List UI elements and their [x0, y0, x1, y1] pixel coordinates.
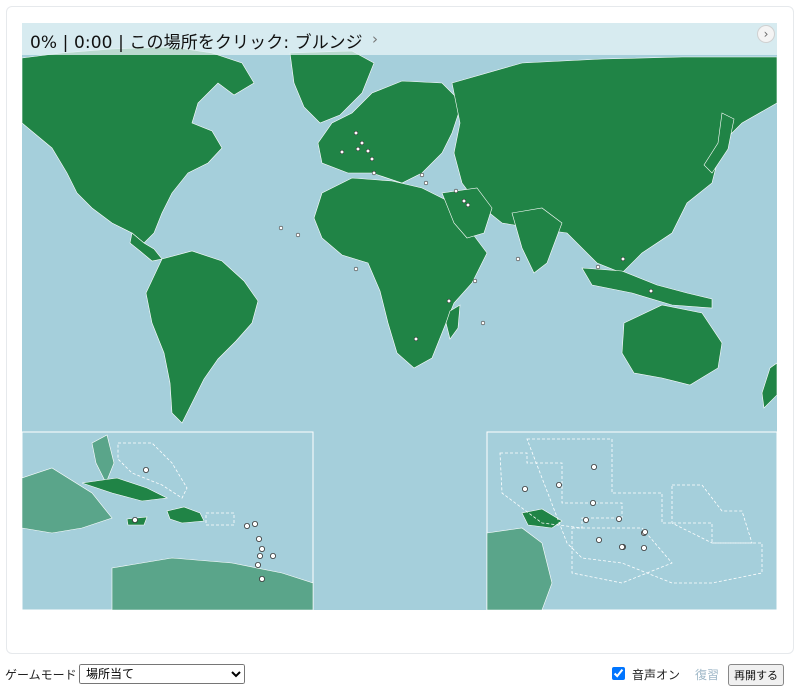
- chevron-right-icon[interactable]: ›: [757, 25, 775, 43]
- map-marker[interactable]: [353, 130, 359, 136]
- map-marker[interactable]: [371, 170, 377, 176]
- map-marker[interactable]: [243, 522, 250, 529]
- review-button[interactable]: 復習: [695, 666, 719, 683]
- map-marker[interactable]: [515, 256, 521, 262]
- map-marker[interactable]: [256, 553, 263, 560]
- map-marker[interactable]: [353, 266, 359, 272]
- map-marker[interactable]: [616, 515, 623, 522]
- map-marker[interactable]: [619, 544, 626, 551]
- map-marker[interactable]: [269, 553, 276, 560]
- map-marker[interactable]: [413, 336, 419, 342]
- world-map[interactable]: [22, 23, 777, 610]
- map-marker[interactable]: [254, 562, 261, 569]
- sound-label: 音声オン: [632, 668, 681, 682]
- chevron-right-icon[interactable]: ›: [372, 31, 388, 47]
- map-marker[interactable]: [472, 278, 478, 284]
- map-marker[interactable]: [369, 156, 375, 162]
- map-marker[interactable]: [521, 485, 528, 492]
- map-marker[interactable]: [365, 148, 371, 154]
- map-marker[interactable]: [251, 520, 258, 527]
- map-marker[interactable]: [423, 180, 429, 186]
- sound-checkbox[interactable]: [612, 667, 625, 680]
- map-marker[interactable]: [132, 516, 139, 523]
- map-marker[interactable]: [461, 198, 467, 204]
- map-marker[interactable]: [143, 466, 150, 473]
- map-marker[interactable]: [590, 499, 597, 506]
- map-marker[interactable]: [255, 536, 262, 543]
- game-toolbar: ゲームモード 場所当て 音声オン 復習 再開する: [0, 660, 800, 696]
- map-marker[interactable]: [465, 202, 471, 208]
- map-marker[interactable]: [355, 146, 361, 152]
- map-marker[interactable]: [419, 172, 425, 178]
- map-marker[interactable]: [595, 264, 601, 270]
- restart-button[interactable]: 再開する: [728, 664, 784, 686]
- status-bar: 0% | 0:00 | この場所をクリック: ブルンジ › ›: [22, 23, 777, 55]
- game-mode-label: ゲームモード: [5, 668, 77, 682]
- map-marker[interactable]: [359, 140, 365, 146]
- game-mode-select[interactable]: 場所当て: [79, 664, 245, 684]
- map-marker[interactable]: [556, 481, 563, 488]
- map-svg[interactable]: [22, 23, 777, 610]
- map-marker[interactable]: [278, 225, 284, 231]
- map-marker[interactable]: [642, 528, 649, 535]
- map-marker[interactable]: [591, 463, 598, 470]
- map-marker[interactable]: [258, 546, 265, 553]
- map-marker[interactable]: [295, 232, 301, 238]
- map-marker[interactable]: [339, 149, 345, 155]
- map-marker[interactable]: [620, 256, 626, 262]
- map-marker[interactable]: [583, 516, 590, 523]
- map-marker[interactable]: [641, 545, 648, 552]
- map-marker[interactable]: [453, 188, 459, 194]
- map-marker[interactable]: [480, 320, 486, 326]
- map-marker[interactable]: [446, 298, 452, 304]
- status-text: 0% | 0:00 | この場所をクリック: ブルンジ: [30, 33, 363, 53]
- map-marker[interactable]: [648, 288, 654, 294]
- pacific-inset[interactable]: [486, 431, 777, 610]
- map-marker[interactable]: [596, 537, 603, 544]
- map-marker[interactable]: [258, 576, 265, 583]
- caribbean-inset[interactable]: [22, 431, 314, 610]
